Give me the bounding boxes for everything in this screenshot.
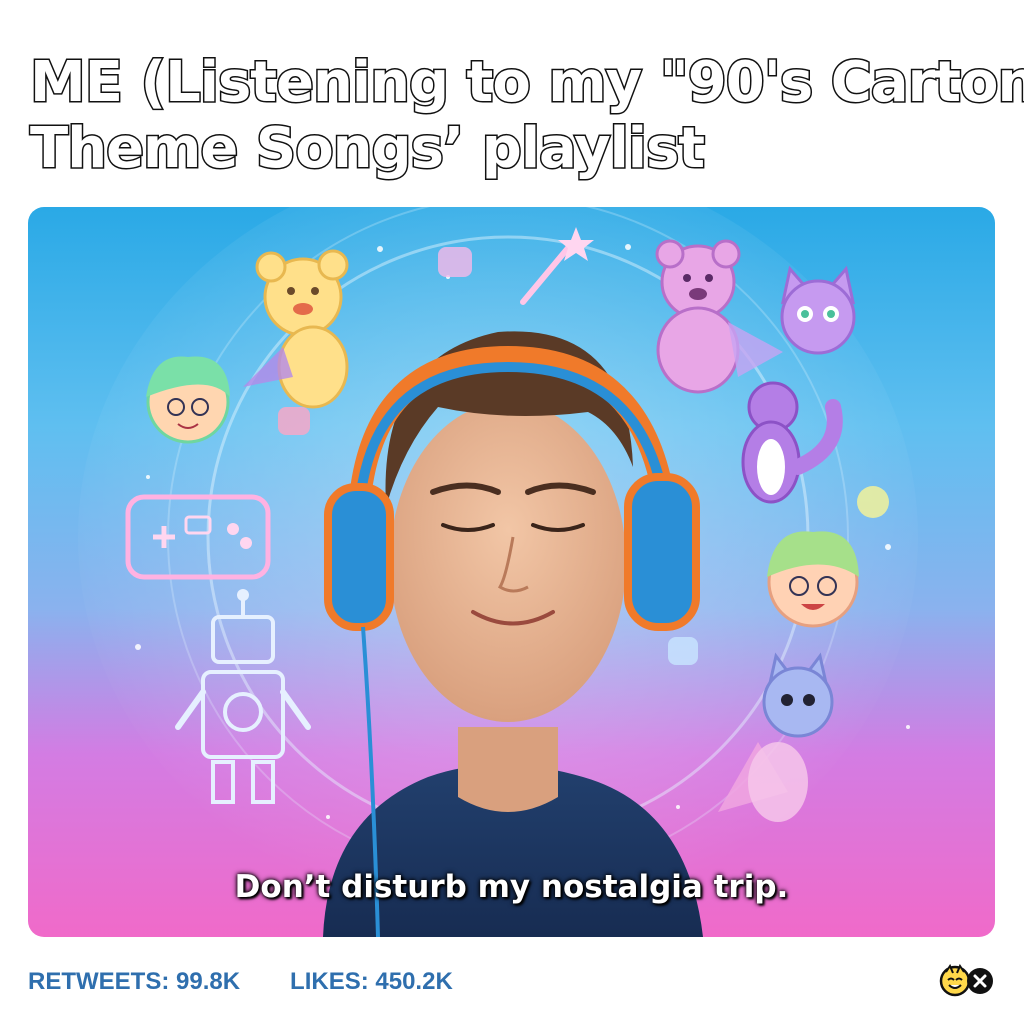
- tweet-stats-bar: RETWEETS: 99.8K LIKES: 450.2K: [28, 962, 996, 1002]
- kid-face-icon: [146, 356, 230, 444]
- meme-image: Don’t disturb my nostalgia trip.: [28, 207, 995, 937]
- face-x-logo-icon: [938, 964, 996, 998]
- headline-line-1: ME (Listening to my "90's Carton: [29, 49, 1024, 117]
- kid-face-icon: [767, 531, 859, 628]
- meme-headline: ME (Listening to my "90's Carton Theme S…: [29, 49, 1024, 183]
- cat-face-icon: [780, 265, 856, 355]
- headline-line-2: Theme Songs’ playlist: [29, 115, 707, 183]
- illustration: [78, 207, 918, 937]
- likes-count[interactable]: LIKES: 450.2K: [290, 968, 453, 996]
- retweets-count[interactable]: RETWEETS: 99.8K: [28, 968, 240, 996]
- image-caption: Don’t disturb my nostalgia trip.: [234, 869, 789, 905]
